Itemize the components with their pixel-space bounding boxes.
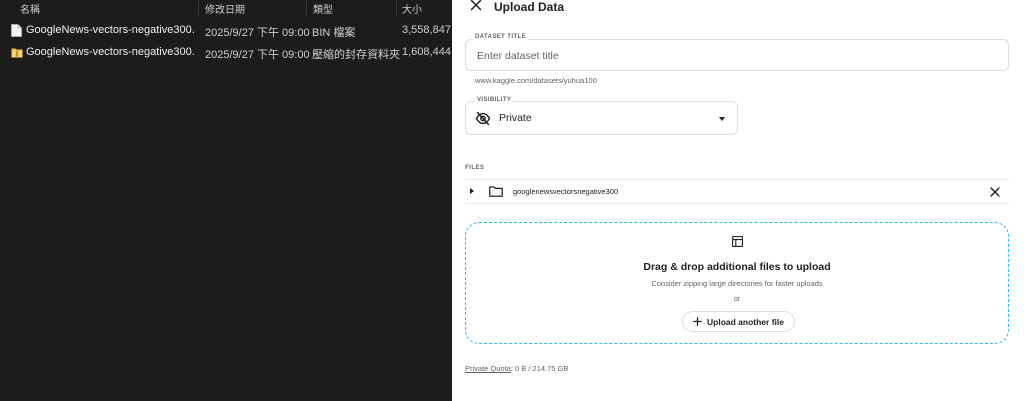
upload-data-panel: Upload Data DATASET TITLE www.kaggle.com… xyxy=(452,0,1024,401)
private-quota-value: : 0 B / 214.75 GB xyxy=(510,364,569,373)
file-type: 壓縮的封存資料夾 xyxy=(312,49,400,61)
dropzone-or: or xyxy=(733,296,741,303)
file-size: 3,558,847 ... xyxy=(402,24,452,36)
private-quota-link[interactable]: Private Quota xyxy=(465,364,511,373)
file-row[interactable]: GoogleNews-vectors-negative300.bin 2025/… xyxy=(0,20,452,42)
dataset-url-hint: www.kaggle.com/datasets/yuhua100 xyxy=(475,76,597,85)
file-size: 1,608,444 ... xyxy=(402,46,452,58)
dataset-title-input[interactable] xyxy=(475,47,999,65)
private-quota: Private Quota: 0 B / 214.75 GB xyxy=(465,364,568,373)
file-icon xyxy=(11,24,22,37)
column-name[interactable]: 名稱 xyxy=(20,1,40,16)
file-row[interactable]: GoogleNews-vectors-negative300.bin... 20… xyxy=(0,42,452,64)
panel-title: Upload Data xyxy=(494,0,565,14)
zip-folder-icon xyxy=(11,48,23,58)
file-name: GoogleNews-vectors-negative300.bin... xyxy=(26,46,194,58)
visibility-value: Private xyxy=(499,112,532,124)
column-divider[interactable] xyxy=(198,0,199,15)
dataset-title-field[interactable] xyxy=(465,39,1009,71)
plus-icon xyxy=(693,317,702,326)
dropzone-subtitle: Consider zipping large directories for f… xyxy=(651,279,823,288)
remove-file-icon[interactable] xyxy=(989,186,1001,198)
uploaded-file-row: googlenewsvectorsnegative300 xyxy=(465,179,1009,204)
upload-another-file-label: Upload another file xyxy=(707,317,784,327)
column-date[interactable]: 修改日期 xyxy=(205,1,245,16)
expand-arrow-icon[interactable] xyxy=(470,188,474,194)
close-icon[interactable] xyxy=(467,0,485,17)
file-explorer: 名稱 修改日期 類型 大小 GoogleNews-vectors-negativ… xyxy=(0,0,452,401)
column-size[interactable]: 大小 xyxy=(402,1,422,16)
dataset-title-label: DATASET TITLE xyxy=(473,34,528,40)
visibility-select[interactable]: Private xyxy=(465,101,738,135)
column-divider[interactable] xyxy=(396,0,397,15)
eye-off-icon xyxy=(475,111,491,126)
explorer-column-header: 名稱 修改日期 類型 大小 xyxy=(0,0,452,16)
file-dropzone[interactable]: Drag & drop additional files to upload C… xyxy=(465,222,1009,344)
dropzone-title: Drag & drop additional files to upload xyxy=(643,261,831,273)
folder-icon xyxy=(489,186,503,197)
file-name: GoogleNews-vectors-negative300.bin xyxy=(26,24,194,36)
files-section-label: FILES xyxy=(465,165,485,171)
chevron-down-icon xyxy=(719,117,725,121)
upload-another-file-button[interactable]: Upload another file xyxy=(682,311,795,332)
visibility-label: VISIBILITY xyxy=(475,97,514,103)
table-icon xyxy=(732,236,743,247)
column-type[interactable]: 類型 xyxy=(313,1,333,16)
file-date: 2025/9/27 下午 09:00 xyxy=(205,27,310,39)
uploaded-file-name: googlenewsvectorsnegative300 xyxy=(513,187,619,196)
column-divider[interactable] xyxy=(306,0,307,15)
file-type: BIN 檔案 xyxy=(312,27,356,39)
file-date: 2025/9/27 下午 09:00 xyxy=(205,49,310,61)
